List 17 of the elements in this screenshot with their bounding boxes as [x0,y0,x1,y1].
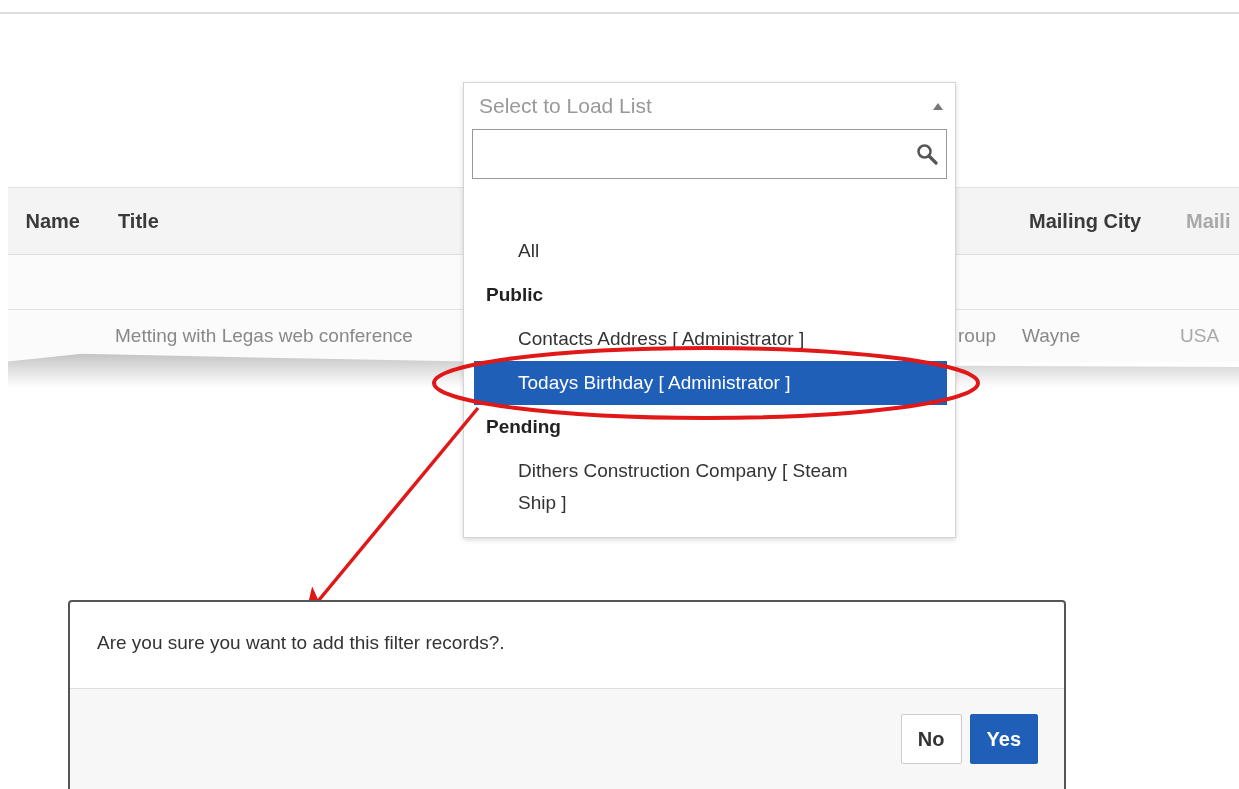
table-cell: Wayne [1022,325,1081,346]
column-header[interactable]: Title [118,209,159,232]
confirm-button[interactable]: Yes [969,714,1038,764]
list-option[interactable]: Todays Birthday [ Administrator ] [474,361,947,405]
column-header[interactable]: Mailing City [1029,209,1142,232]
search-icon [916,143,938,165]
table-cell: roup [958,325,997,346]
group-label: Pending [485,415,562,439]
search-field[interactable] [472,129,947,179]
cancel-button[interactable]: No [900,714,962,764]
group-label: Public [485,283,544,307]
list-option[interactable]: All [474,229,947,273]
caret-icon [933,102,943,110]
table-cell: USA [1180,325,1220,346]
list-option[interactable]: Dithers Construction Company [ Steam Ship ] [474,449,947,525]
column-header[interactable]: Name [25,209,80,232]
table-cell: Metting with Legas web conference [115,325,413,346]
